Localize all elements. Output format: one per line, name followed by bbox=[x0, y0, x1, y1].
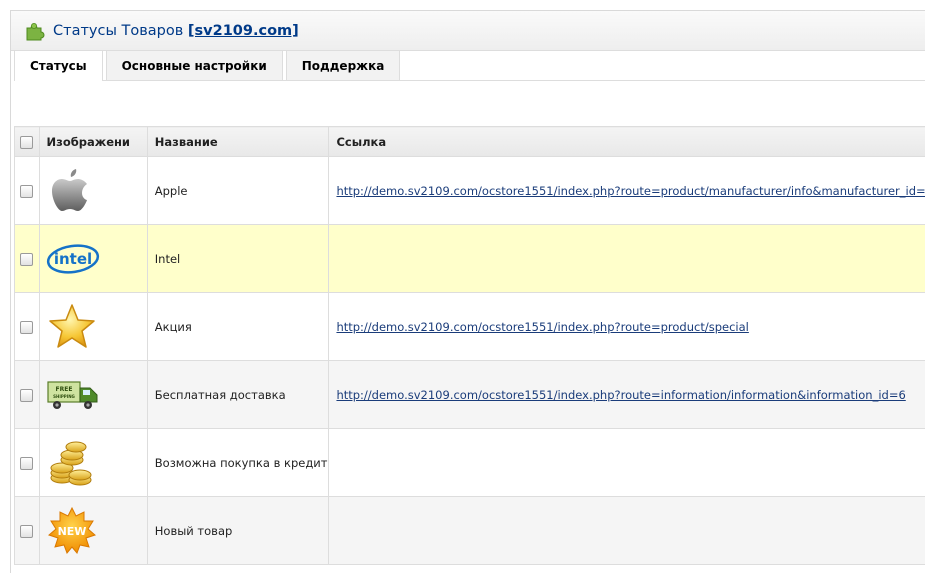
star-icon bbox=[48, 303, 95, 348]
free-shipping-truck-icon: FREE SHIPPING bbox=[46, 380, 98, 409]
table-row: NEW Новый товар bbox=[14, 496, 925, 565]
table-header-row: Изображени Название Ссылка bbox=[14, 126, 925, 157]
status-name: Акция bbox=[146, 292, 330, 361]
site-link[interactable]: [sv2109.com] bbox=[188, 23, 299, 39]
select-all-cell bbox=[14, 126, 40, 157]
row-checkbox[interactable] bbox=[20, 388, 34, 402]
table-row: Apple http://demo.sv2109.com/ocstore1551… bbox=[14, 156, 925, 225]
table-row: Акция http://demo.sv2109.com/ocstore1551… bbox=[14, 292, 925, 361]
intel-logo-icon: intel bbox=[46, 243, 99, 274]
row-checkbox[interactable] bbox=[20, 456, 34, 470]
tab-divider bbox=[14, 80, 925, 81]
gold-coins-icon bbox=[50, 441, 92, 485]
svg-text:FREE: FREE bbox=[55, 386, 72, 393]
status-link[interactable]: http://demo.sv2109.com/ocstore1551/index… bbox=[336, 184, 925, 198]
svg-text:NEW: NEW bbox=[57, 525, 86, 538]
column-header-image[interactable]: Изображени bbox=[38, 126, 148, 157]
status-name: Intel bbox=[146, 224, 330, 293]
status-name: Apple bbox=[146, 156, 330, 225]
tab-support[interactable]: Поддержка bbox=[285, 50, 401, 80]
column-header-name[interactable]: Название bbox=[146, 126, 330, 157]
status-name: Бесплатная доставка bbox=[146, 360, 330, 429]
row-checkbox[interactable] bbox=[20, 524, 34, 538]
statuses-table: Изображени Название Ссылка Apple http://… bbox=[14, 126, 925, 565]
row-checkbox[interactable] bbox=[20, 320, 34, 334]
svg-text:intel: intel bbox=[53, 250, 91, 268]
status-link[interactable]: http://demo.sv2109.com/ocstore1551/index… bbox=[336, 388, 905, 402]
apple-logo-icon bbox=[51, 168, 87, 211]
status-name: Новый товар bbox=[146, 496, 330, 565]
tab-bar: Статусы Основные настройки Поддержка bbox=[14, 50, 403, 81]
select-all-checkbox[interactable] bbox=[20, 135, 34, 149]
tab-statuses[interactable]: Статусы bbox=[14, 50, 103, 81]
table-row: FREE SHIPPING Бесплатная доставка http:/… bbox=[14, 360, 925, 429]
page-title: Статусы Товаров [sv2109.com] bbox=[53, 22, 299, 39]
new-badge-icon: NEW bbox=[47, 506, 96, 554]
puzzle-icon bbox=[26, 22, 45, 40]
tab-main-settings[interactable]: Основные настройки bbox=[105, 50, 283, 80]
table-row: Возможна покупка в кредит bbox=[14, 428, 925, 497]
table-row: intel Intel bbox=[14, 224, 925, 293]
svg-text:SHIPPING: SHIPPING bbox=[53, 394, 75, 399]
column-header-link[interactable]: Ссылка bbox=[328, 126, 925, 157]
status-link[interactable]: http://demo.sv2109.com/ocstore1551/index… bbox=[336, 320, 748, 334]
row-checkbox[interactable] bbox=[20, 184, 34, 198]
status-name: Возможна покупка в кредит bbox=[146, 428, 330, 497]
row-checkbox[interactable] bbox=[20, 252, 34, 266]
page-heading: Статусы Товаров [sv2109.com] bbox=[11, 11, 925, 51]
